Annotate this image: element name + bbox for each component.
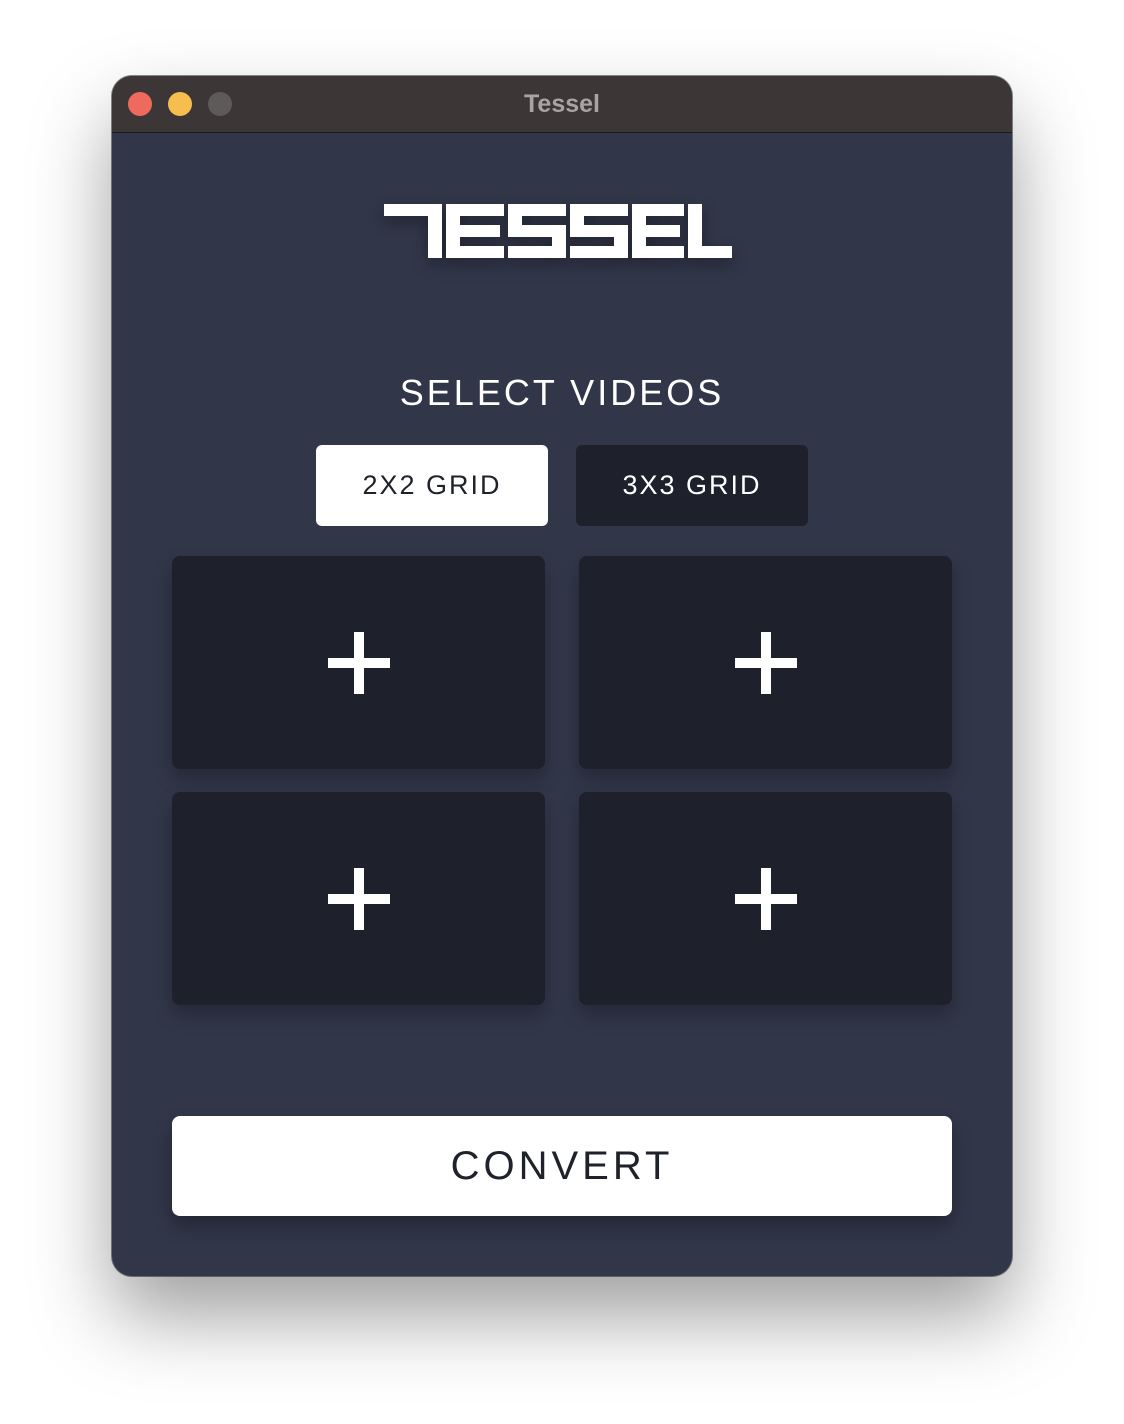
select-videos-heading: SELECT VIDEOS	[399, 372, 725, 413]
plus-icon	[734, 631, 797, 694]
convert-button[interactable]: CONVERT	[172, 1116, 952, 1216]
plus-icon	[734, 867, 797, 930]
grid-3x3-button[interactable]: 3X3 GRID	[576, 445, 808, 526]
title-bar: Tessel	[112, 76, 1012, 133]
plus-icon	[327, 867, 390, 930]
video-slot-4[interactable]	[579, 792, 952, 1005]
plus-icon	[327, 631, 390, 694]
video-slot-1[interactable]	[172, 556, 545, 769]
video-slot-3[interactable]	[172, 792, 545, 1005]
window-title: Tessel	[524, 90, 600, 118]
video-slot-2[interactable]	[579, 556, 952, 769]
grid-2x2-button[interactable]: 2X2 GRID	[316, 445, 548, 526]
tessel-logo	[384, 204, 732, 258]
app-window: Tessel SELECT VIDEOS 2X2 GRID 3X3 GRID C…	[112, 76, 1012, 1276]
